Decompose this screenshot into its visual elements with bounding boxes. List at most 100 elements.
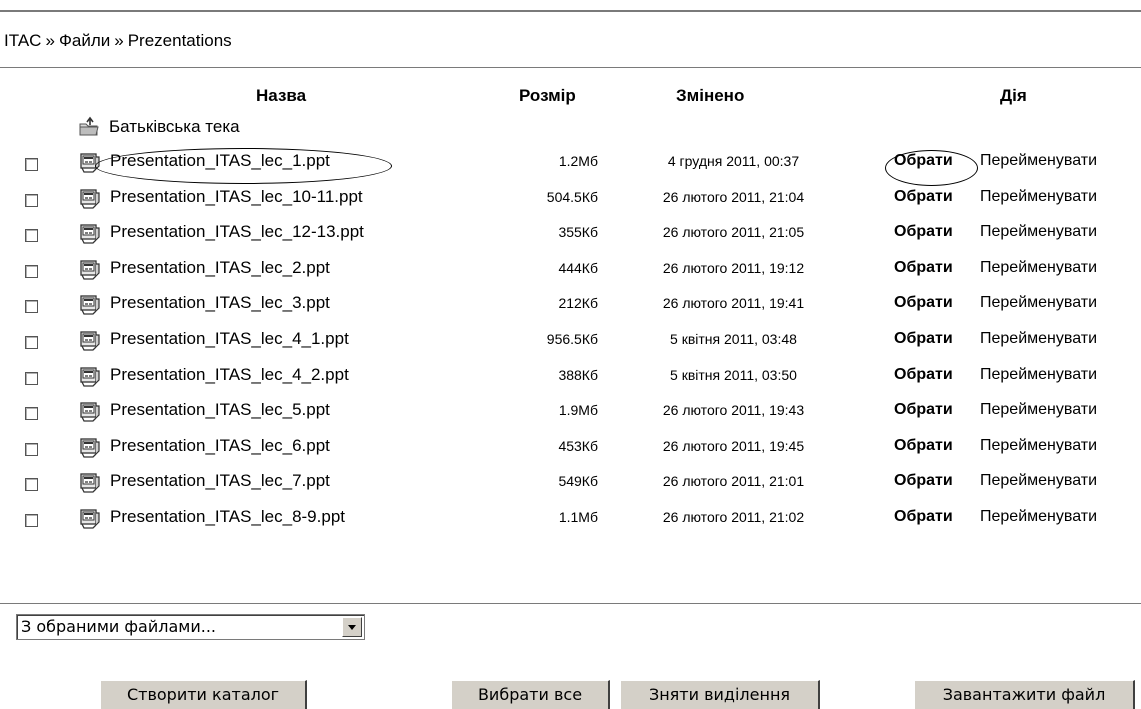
breadcrumb-separator: » bbox=[114, 31, 124, 50]
file-name-link[interactable]: Presentation_ITAS_lec_10-11.ppt bbox=[110, 187, 363, 207]
file-select-checkbox[interactable] bbox=[25, 265, 38, 278]
file-name-link[interactable]: Presentation_ITAS_lec_8-9.ppt bbox=[110, 507, 345, 527]
file-select-checkbox[interactable] bbox=[25, 443, 38, 456]
file-row: Presentation_ITAS_lec_12-13.ppt 355Кб 26 л… bbox=[0, 222, 1141, 253]
powerpoint-file-icon bbox=[80, 331, 100, 351]
rename-file-link[interactable]: Перейменувати bbox=[980, 259, 1097, 277]
file-modified-date: 26 лютого 2011, 21:02 bbox=[662, 509, 805, 525]
deselect-all-button[interactable]: Зняти виділення bbox=[620, 680, 820, 709]
powerpoint-file-icon bbox=[80, 224, 100, 244]
file-row: Presentation_ITAS_lec_5.ppt 1.9Мб 26 лютог… bbox=[0, 400, 1141, 431]
file-row: Presentation_ITAS_lec_4_2.ppt 388Кб 5 квіт… bbox=[0, 365, 1141, 396]
file-row: Presentation_ITAS_lec_1.ppt 1.2Мб 4 грудня… bbox=[0, 151, 1141, 182]
file-select-checkbox[interactable] bbox=[25, 336, 38, 349]
choose-file-link[interactable]: Обрати bbox=[894, 508, 953, 526]
breadcrumb-item-course[interactable]: ITAC bbox=[4, 31, 41, 50]
file-name-link[interactable]: Presentation_ITAS_lec_5.ppt bbox=[110, 400, 330, 420]
file-name-link[interactable]: Presentation_ITAS_lec_7.ppt bbox=[110, 471, 330, 491]
rename-file-link[interactable]: Перейменувати bbox=[980, 223, 1097, 241]
breadcrumb-current-folder: Prezentations bbox=[127, 31, 232, 50]
file-modified-date: 5 квітня 2011, 03:50 bbox=[670, 367, 797, 383]
file-name-link[interactable]: Presentation_ITAS_lec_12-13.ppt bbox=[110, 222, 364, 242]
upload-file-button[interactable]: Завантажити файл bbox=[914, 680, 1135, 709]
file-name-link[interactable]: Presentation_ITAS_lec_4_1.ppt bbox=[110, 329, 349, 349]
file-row: Presentation_ITAS_lec_6.ppt 453Кб 26 лютог… bbox=[0, 436, 1141, 467]
powerpoint-file-icon bbox=[80, 367, 100, 387]
file-select-checkbox[interactable] bbox=[25, 372, 38, 385]
choose-file-link[interactable]: Обрати bbox=[894, 259, 953, 277]
rename-file-link[interactable]: Перейменувати bbox=[980, 437, 1097, 455]
select-value: З обраними файлами... bbox=[21, 617, 217, 636]
breadcrumb-separator: » bbox=[45, 31, 55, 50]
file-select-checkbox[interactable] bbox=[25, 478, 38, 491]
parent-folder-row[interactable]: Батьківська тека bbox=[0, 116, 1141, 140]
footer-divider bbox=[0, 603, 1141, 604]
file-name-link[interactable]: Presentation_ITAS_lec_4_2.ppt bbox=[110, 365, 349, 385]
rename-file-link[interactable]: Перейменувати bbox=[980, 508, 1097, 526]
powerpoint-file-icon bbox=[80, 438, 100, 458]
rename-file-link[interactable]: Перейменувати bbox=[980, 294, 1097, 312]
file-name-link[interactable]: Presentation_ITAS_lec_6.ppt bbox=[110, 436, 330, 456]
create-folder-button[interactable]: Створити каталог bbox=[100, 680, 307, 709]
top-divider bbox=[0, 10, 1141, 12]
choose-file-link[interactable]: Обрати bbox=[894, 437, 953, 455]
file-row: Presentation_ITAS_lec_3.ppt 212Кб 26 лютог… bbox=[0, 293, 1141, 324]
powerpoint-file-icon bbox=[80, 189, 100, 209]
breadcrumb: ITAC» Файли» Prezentations bbox=[4, 31, 232, 51]
file-name-link[interactable]: Presentation_ITAS_lec_3.ppt bbox=[110, 293, 330, 313]
file-modified-date: 26 лютого 2011, 21:01 bbox=[662, 473, 805, 489]
rename-file-link[interactable]: Перейменувати bbox=[980, 366, 1097, 384]
chevron-down-icon[interactable] bbox=[342, 617, 362, 637]
choose-file-link[interactable]: Обрати bbox=[894, 330, 953, 348]
file-row: Presentation_ITAS_lec_2.ppt 444Кб 26 лютог… bbox=[0, 258, 1141, 289]
rename-file-link[interactable]: Перейменувати bbox=[980, 330, 1097, 348]
powerpoint-file-icon bbox=[80, 153, 100, 173]
file-modified-date: 26 лютого 2011, 19:45 bbox=[662, 438, 805, 454]
file-select-checkbox[interactable] bbox=[25, 514, 38, 527]
file-select-checkbox[interactable] bbox=[25, 158, 38, 171]
header-divider bbox=[0, 67, 1141, 68]
file-modified-date: 26 лютого 2011, 19:43 bbox=[662, 402, 805, 418]
choose-file-link[interactable]: Обрати bbox=[894, 401, 953, 419]
file-modified-date: 26 лютого 2011, 19:41 bbox=[662, 295, 805, 311]
rename-file-link[interactable]: Перейменувати bbox=[980, 401, 1097, 419]
file-name-link[interactable]: Presentation_ITAS_lec_2.ppt bbox=[110, 258, 330, 278]
file-row: Presentation_ITAS_lec_10-11.ppt 504.5Кб 26… bbox=[0, 187, 1141, 218]
file-modified-date: 26 лютого 2011, 19:12 bbox=[662, 260, 805, 276]
file-modified-date: 4 грудня 2011, 00:37 bbox=[667, 153, 800, 169]
file-select-checkbox[interactable] bbox=[25, 407, 38, 420]
file-row: Presentation_ITAS_lec_7.ppt 549Кб 26 лютог… bbox=[0, 471, 1141, 502]
choose-file-link[interactable]: Обрати bbox=[894, 294, 953, 312]
parent-folder-label[interactable]: Батьківська тека bbox=[109, 117, 240, 137]
file-modified-date: 26 лютого 2011, 21:05 bbox=[662, 224, 805, 240]
choose-file-link[interactable]: Обрати bbox=[894, 152, 953, 170]
powerpoint-file-icon bbox=[80, 260, 100, 280]
file-select-checkbox[interactable] bbox=[25, 194, 38, 207]
parent-folder-icon bbox=[79, 116, 99, 136]
rename-file-link[interactable]: Перейменувати bbox=[980, 472, 1097, 490]
column-header-modified: Змінено bbox=[676, 86, 745, 105]
choose-file-link[interactable]: Обрати bbox=[894, 188, 953, 206]
rename-file-link[interactable]: Перейменувати bbox=[980, 152, 1097, 170]
file-select-checkbox[interactable] bbox=[25, 229, 38, 242]
file-name-link[interactable]: Presentation_ITAS_lec_1.ppt bbox=[110, 151, 330, 171]
file-manager-page: ITAC» Файли» Prezentations Назва Розмір Зм… bbox=[0, 0, 1141, 709]
breadcrumb-item-files[interactable]: Файли bbox=[59, 31, 110, 50]
powerpoint-file-icon bbox=[80, 402, 100, 422]
powerpoint-file-icon bbox=[80, 473, 100, 493]
rename-file-link[interactable]: Перейменувати bbox=[980, 188, 1097, 206]
file-modified-date: 26 лютого 2011, 21:04 bbox=[662, 189, 805, 205]
column-header-size: Розмір bbox=[519, 86, 576, 105]
file-select-checkbox[interactable] bbox=[25, 300, 38, 313]
file-row: Presentation_ITAS_lec_8-9.ppt 1.1Мб 26 лют… bbox=[0, 507, 1141, 538]
select-all-button[interactable]: Вибрати все bbox=[451, 680, 610, 709]
powerpoint-file-icon bbox=[80, 509, 100, 529]
choose-file-link[interactable]: Обрати bbox=[894, 223, 953, 241]
powerpoint-file-icon bbox=[80, 295, 100, 315]
file-modified-date: 5 квітня 2011, 03:48 bbox=[670, 331, 797, 347]
column-header-action: Дія bbox=[1000, 86, 1027, 105]
file-row: Presentation_ITAS_lec_4_1.ppt 956.5Кб 5 кв… bbox=[0, 329, 1141, 360]
choose-file-link[interactable]: Обрати bbox=[894, 366, 953, 384]
choose-file-link[interactable]: Обрати bbox=[894, 472, 953, 490]
selected-files-action-select[interactable]: З обраними файлами... bbox=[16, 614, 365, 640]
